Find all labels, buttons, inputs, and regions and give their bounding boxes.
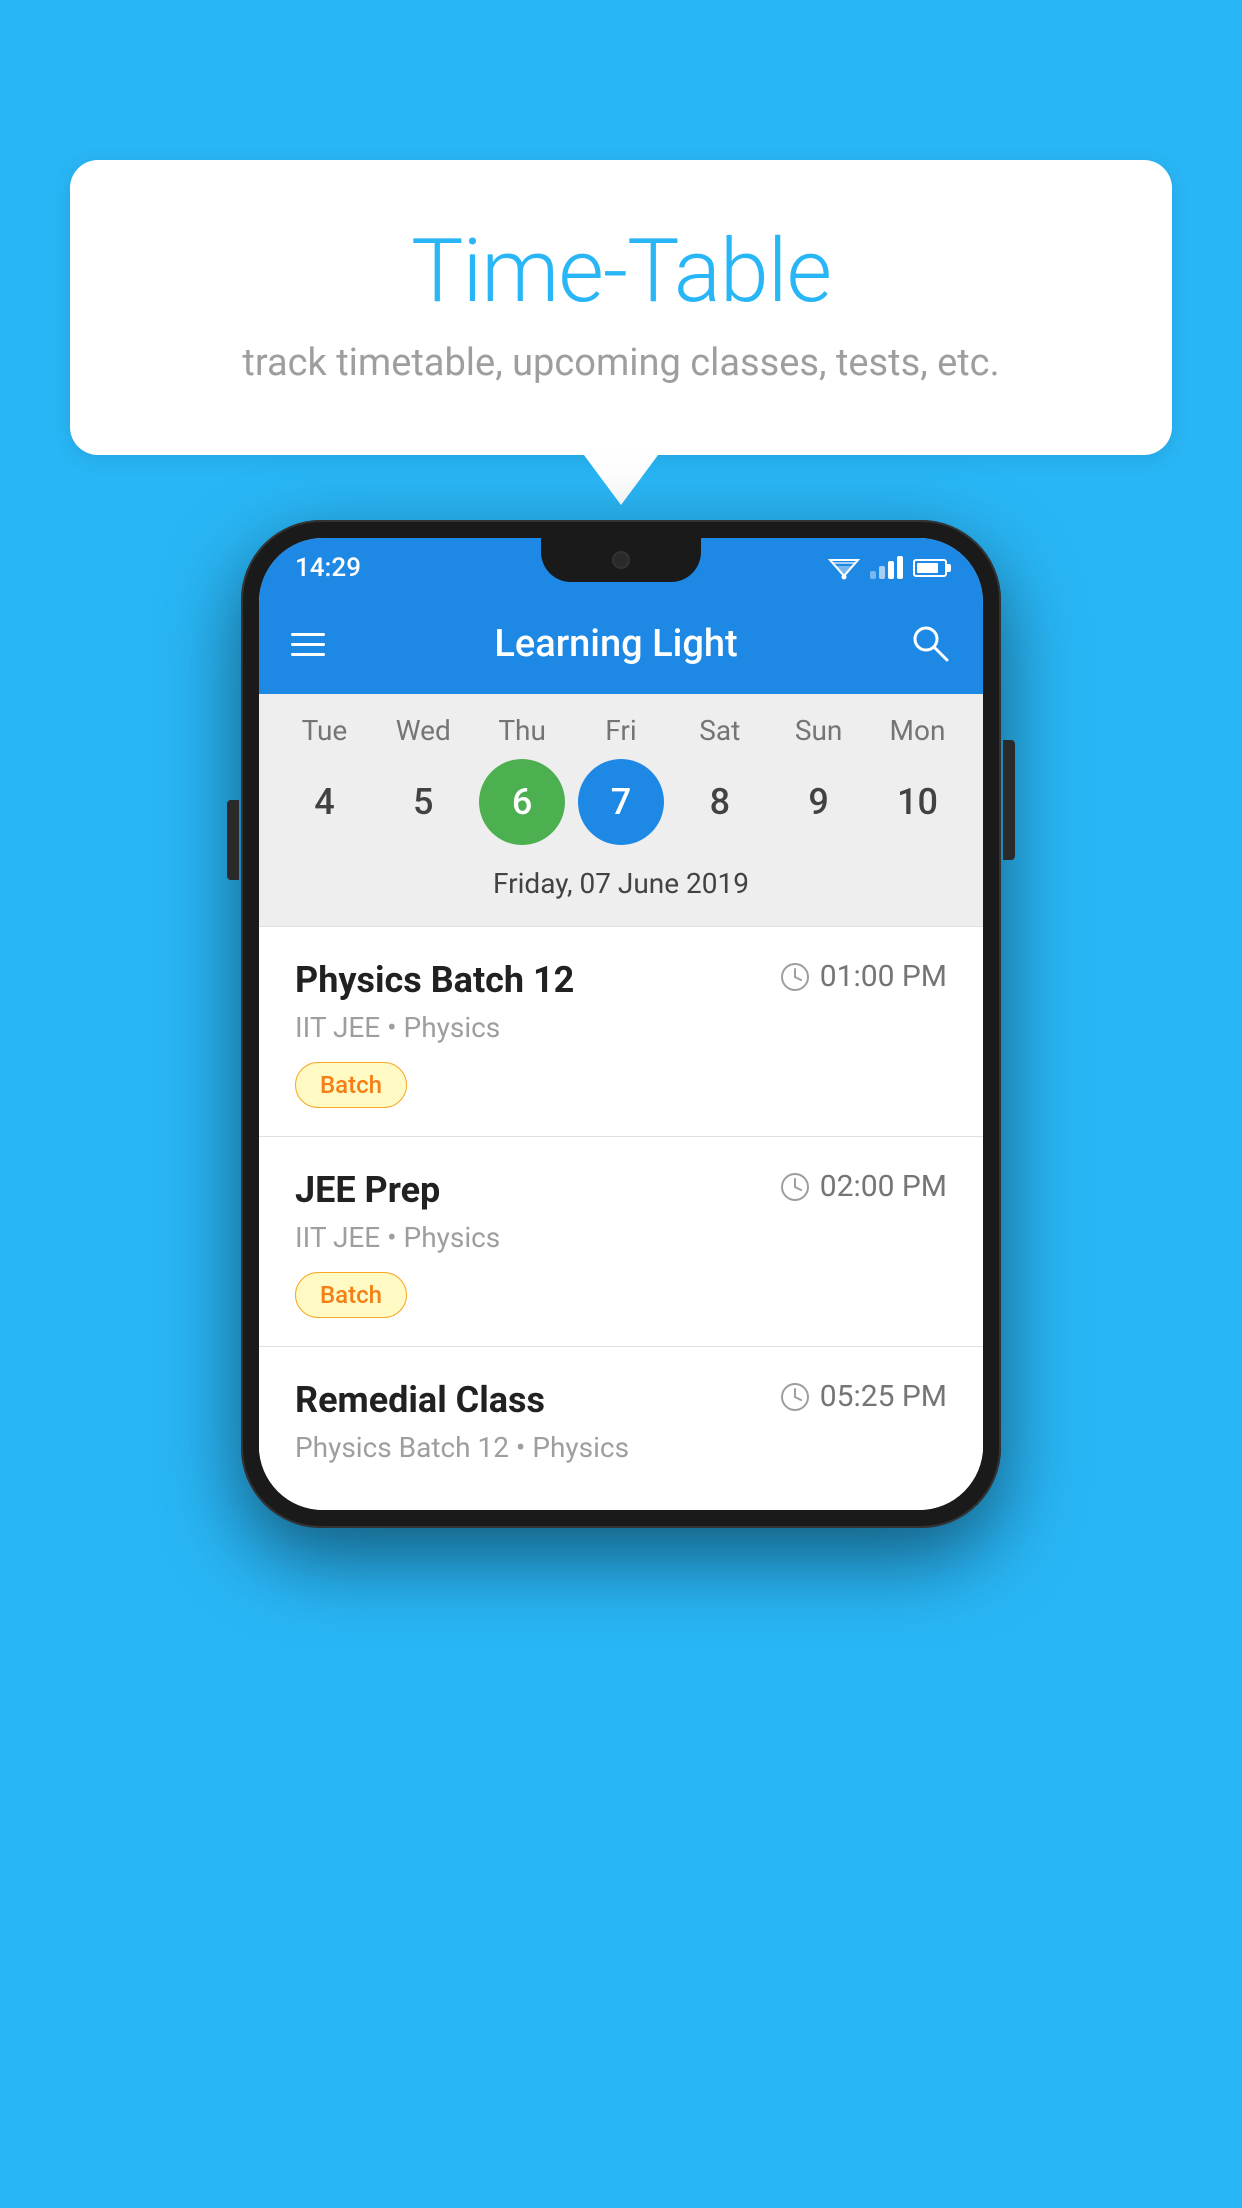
schedule-list: Physics Batch 12 01:00 PM IIT JEE • Phys… bbox=[259, 927, 983, 1510]
date-5[interactable]: 5 bbox=[380, 759, 466, 845]
date-4[interactable]: 4 bbox=[281, 759, 367, 845]
class-name-3: Remedial Class bbox=[295, 1379, 545, 1421]
class-time-1: 01:00 PM bbox=[780, 959, 947, 994]
class-time-2: 02:00 PM bbox=[780, 1169, 947, 1204]
phone-screen: 14:29 bbox=[259, 538, 983, 1510]
clock-icon-2 bbox=[780, 1172, 810, 1202]
schedule-item-3-header: Remedial Class 05:25 PM bbox=[295, 1379, 947, 1421]
speech-bubble: Time-Table track timetable, upcoming cla… bbox=[70, 160, 1172, 455]
search-button[interactable] bbox=[907, 620, 951, 668]
phone-outer: 14:29 bbox=[241, 520, 1001, 1528]
app-bar: Learning Light bbox=[259, 594, 983, 694]
notch-camera bbox=[612, 551, 630, 569]
date-8[interactable]: 8 bbox=[677, 759, 763, 845]
class-time-3: 05:25 PM bbox=[780, 1379, 947, 1414]
class-meta-2: IIT JEE • Physics bbox=[295, 1221, 947, 1254]
schedule-item-1-header: Physics Batch 12 01:00 PM bbox=[295, 959, 947, 1001]
schedule-item-2-header: JEE Prep 02:00 PM bbox=[295, 1169, 947, 1211]
schedule-item-3[interactable]: Remedial Class 05:25 PM Physics Batch 12… bbox=[259, 1347, 983, 1510]
battery-icon bbox=[913, 559, 947, 577]
batch-badge-1: Batch bbox=[295, 1062, 407, 1108]
bubble-title: Time-Table bbox=[150, 220, 1092, 323]
hamburger-line-3 bbox=[291, 653, 325, 656]
day-sun: Sun bbox=[776, 714, 862, 747]
speech-bubble-container: Time-Table track timetable, upcoming cla… bbox=[70, 160, 1172, 455]
days-header: Tue Wed Thu Fri Sat Sun Mon bbox=[259, 714, 983, 747]
day-fri: Fri bbox=[578, 714, 664, 747]
date-9[interactable]: 9 bbox=[776, 759, 862, 845]
hamburger-menu-button[interactable] bbox=[291, 633, 325, 656]
class-name-1: Physics Batch 12 bbox=[295, 959, 574, 1001]
status-icons bbox=[828, 556, 947, 580]
day-mon: Mon bbox=[874, 714, 960, 747]
day-sat: Sat bbox=[677, 714, 763, 747]
day-wed: Wed bbox=[380, 714, 466, 747]
schedule-item-1[interactable]: Physics Batch 12 01:00 PM IIT JEE • Phys… bbox=[259, 927, 983, 1137]
schedule-item-2[interactable]: JEE Prep 02:00 PM IIT JEE • Physics Batc… bbox=[259, 1137, 983, 1347]
selected-date-label: Friday, 07 June 2019 bbox=[259, 859, 983, 916]
class-name-2: JEE Prep bbox=[295, 1169, 440, 1211]
dates-row: 4 5 6 7 8 9 10 bbox=[259, 759, 983, 845]
class-meta-3: Physics Batch 12 • Physics bbox=[295, 1431, 947, 1464]
batch-badge-2: Batch bbox=[295, 1272, 407, 1318]
phone-mockup: 14:29 bbox=[241, 520, 1001, 1528]
phone-notch bbox=[541, 538, 701, 582]
date-10[interactable]: 10 bbox=[874, 759, 960, 845]
clock-icon-3 bbox=[780, 1382, 810, 1412]
date-6-today[interactable]: 6 bbox=[479, 759, 565, 845]
hamburger-line-2 bbox=[291, 643, 325, 646]
search-icon bbox=[907, 620, 951, 664]
status-time: 14:29 bbox=[295, 553, 361, 583]
app-title: Learning Light bbox=[349, 622, 883, 666]
hamburger-line-1 bbox=[291, 633, 325, 636]
signal-icon bbox=[870, 557, 903, 579]
date-7-selected[interactable]: 7 bbox=[578, 759, 664, 845]
day-tue: Tue bbox=[281, 714, 367, 747]
calendar-strip: Tue Wed Thu Fri Sat Sun Mon 4 5 6 7 8 9 … bbox=[259, 694, 983, 926]
wifi-icon bbox=[828, 556, 860, 580]
bubble-subtitle: track timetable, upcoming classes, tests… bbox=[150, 341, 1092, 385]
day-thu: Thu bbox=[479, 714, 565, 747]
clock-icon-1 bbox=[780, 962, 810, 992]
class-meta-1: IIT JEE • Physics bbox=[295, 1011, 947, 1044]
